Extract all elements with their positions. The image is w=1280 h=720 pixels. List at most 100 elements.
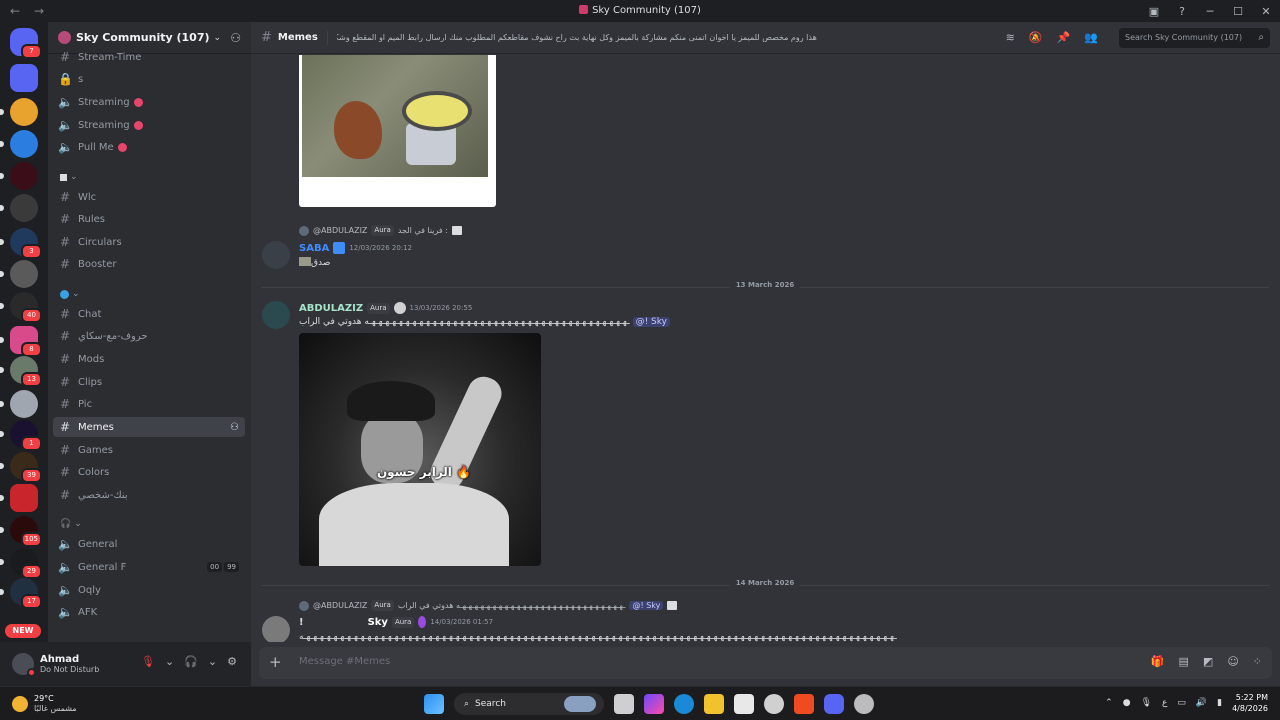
channel-topic[interactable]: هذا روم مخصص للميمز يا اخوان اتمنى منكم …: [337, 33, 817, 42]
channel-wlc[interactable]: # Wlc: [53, 187, 245, 207]
user-mention[interactable]: @! Sky: [632, 317, 670, 327]
channel-streaming-1[interactable]: 🔈 Streaming: [53, 92, 245, 112]
apps-icon[interactable]: ⁘: [1253, 655, 1262, 668]
sticker-icon[interactable]: ◩: [1203, 655, 1213, 668]
channel-circulars[interactable]: # Circulars: [53, 232, 245, 252]
attached-image[interactable]: [302, 55, 488, 177]
attached-image[interactable]: الرابر حسون 🔥: [299, 333, 541, 566]
steam-icon[interactable]: [764, 694, 784, 714]
server-icon[interactable]: [0, 260, 38, 288]
maximize-icon[interactable]: ☐: [1224, 5, 1252, 18]
channel-stream-time[interactable]: # Stream-Time: [53, 47, 245, 67]
microphone-icon[interactable]: 🎙: [1141, 698, 1152, 708]
chevron-down-icon[interactable]: ⌄: [208, 655, 217, 668]
invite-person-icon[interactable]: ⚇: [230, 422, 239, 433]
gear-icon[interactable]: ⚙: [227, 655, 237, 668]
battery-icon[interactable]: ▮: [1217, 698, 1222, 708]
channel-rules[interactable]: # Rules: [53, 209, 245, 229]
channel-memes[interactable]: # Memes ⚇: [53, 417, 245, 437]
clock[interactable]: 5:22 PM 4/8/2026: [1232, 692, 1268, 714]
add-attachment-icon[interactable]: +: [269, 653, 282, 671]
category-header[interactable]: ⌄: [60, 172, 78, 182]
back-arrow-icon[interactable]: ←: [10, 4, 24, 18]
author-name[interactable]: Sky: [368, 617, 388, 628]
gift-icon[interactable]: 🎁: [1151, 655, 1165, 668]
pin-icon[interactable]: 📌: [1057, 31, 1071, 44]
channel-general[interactable]: 🔈 General: [53, 534, 245, 554]
channel-s[interactable]: 🔒 s: [53, 69, 245, 89]
server-icon[interactable]: 13: [0, 356, 42, 387]
discord-icon[interactable]: [824, 694, 844, 714]
search-input[interactable]: Search Sky Community (107) ⌕: [1119, 28, 1270, 48]
invite-people-icon[interactable]: ⚇: [230, 31, 241, 45]
help-icon[interactable]: ?: [1168, 5, 1196, 18]
server-icon[interactable]: [0, 162, 38, 190]
server-icon[interactable]: [0, 98, 38, 126]
channel-pull-me[interactable]: 🔈 Pull Me: [53, 137, 245, 157]
avatar[interactable]: [262, 241, 290, 269]
new-unreads-badge[interactable]: NEW: [5, 624, 41, 638]
channel-chat[interactable]: # Chat: [53, 304, 245, 324]
category-header[interactable]: 🎧 ⌄: [60, 519, 82, 529]
language-indicator[interactable]: ع: [1162, 698, 1167, 708]
author-name[interactable]: ABDULAZIZ: [299, 303, 363, 314]
tray-app-icon[interactable]: ●: [1123, 698, 1131, 708]
minimize-icon[interactable]: ─: [1196, 5, 1224, 18]
avatar[interactable]: [12, 653, 36, 677]
server-icon[interactable]: [0, 130, 38, 158]
chevron-down-icon[interactable]: ⌄: [165, 655, 174, 668]
task-view-icon[interactable]: [614, 694, 634, 714]
forward-arrow-icon[interactable]: →: [34, 4, 48, 18]
reply-reference[interactable]: @ABDULAZIZ Aura فرينا في الجد :: [299, 225, 462, 236]
headphones-icon[interactable]: 🎧: [184, 655, 198, 668]
volume-icon[interactable]: 🔊: [1196, 698, 1207, 708]
channel-clips[interactable]: # Clips: [53, 372, 245, 392]
edge-icon[interactable]: [674, 694, 694, 714]
message-composer[interactable]: + Message #Memes 🎁 ▤ ◩ ☺ ⁘: [259, 647, 1272, 679]
chevron-up-icon[interactable]: ⌃: [1105, 698, 1113, 708]
threads-icon[interactable]: ≋: [1006, 31, 1015, 44]
avatar[interactable]: [262, 301, 290, 329]
member-list-icon[interactable]: 👥: [1084, 31, 1098, 44]
close-icon[interactable]: ✕: [1252, 5, 1280, 18]
server-icon[interactable]: [0, 484, 38, 512]
weather-widget[interactable]: 29°C مشمس غالبًا: [12, 694, 77, 714]
channel-games[interactable]: # Games: [53, 440, 245, 460]
folder-icon[interactable]: [10, 64, 38, 92]
category-header[interactable]: ⌄: [60, 289, 80, 299]
home-discord-icon[interactable]: 7: [10, 28, 42, 59]
file-explorer-icon[interactable]: [704, 694, 724, 714]
channel-colors[interactable]: # Colors: [53, 462, 245, 482]
notifications-muted-icon[interactable]: 🔕: [1029, 31, 1043, 44]
server-icon[interactable]: 1: [0, 420, 42, 451]
reply-reference[interactable]: @ABDULAZIZ Aura ـهـهـهـهـهـهـهـهـهـهـهـه…: [299, 600, 678, 611]
server-icon[interactable]: 8: [0, 326, 42, 357]
mic-muted-icon[interactable]: 🎙: [141, 655, 155, 668]
server-icon[interactable]: [0, 194, 38, 222]
user-mention[interactable]: @! Sky: [629, 601, 664, 610]
store-icon[interactable]: [734, 694, 754, 714]
channel-general-f[interactable]: 🔈 General F 00 99: [53, 557, 245, 577]
server-icon[interactable]: 3: [0, 228, 42, 259]
windows-start-icon[interactable]: [424, 694, 444, 714]
taskbar-search[interactable]: ⌕ Search: [454, 693, 604, 715]
channel-letters[interactable]: # حروف-مع-سكاي: [53, 326, 245, 346]
emoji-icon[interactable]: ☺: [1227, 655, 1238, 668]
server-icon[interactable]: 105: [0, 516, 42, 547]
server-icon[interactable]: 40: [0, 292, 42, 323]
gif-icon[interactable]: ▤: [1179, 655, 1189, 668]
channel-booster[interactable]: # Booster: [53, 254, 245, 274]
image-embed[interactable]: [299, 55, 496, 207]
copilot-icon[interactable]: [644, 694, 664, 714]
server-icon[interactable]: 39: [0, 452, 42, 483]
avatar[interactable]: [262, 616, 290, 642]
server-icon[interactable]: [0, 390, 38, 418]
channel-bank[interactable]: # بنك-شخصي: [53, 485, 245, 505]
network-icon[interactable]: ▭: [1177, 698, 1186, 708]
channel-mods[interactable]: # Mods: [53, 349, 245, 369]
author-name[interactable]: SABA: [299, 243, 329, 254]
brave-icon[interactable]: [794, 694, 814, 714]
server-icon[interactable]: 29: [0, 548, 42, 579]
inbox-icon[interactable]: ▣: [1140, 5, 1168, 18]
channel-pic[interactable]: # Pic: [53, 394, 245, 414]
